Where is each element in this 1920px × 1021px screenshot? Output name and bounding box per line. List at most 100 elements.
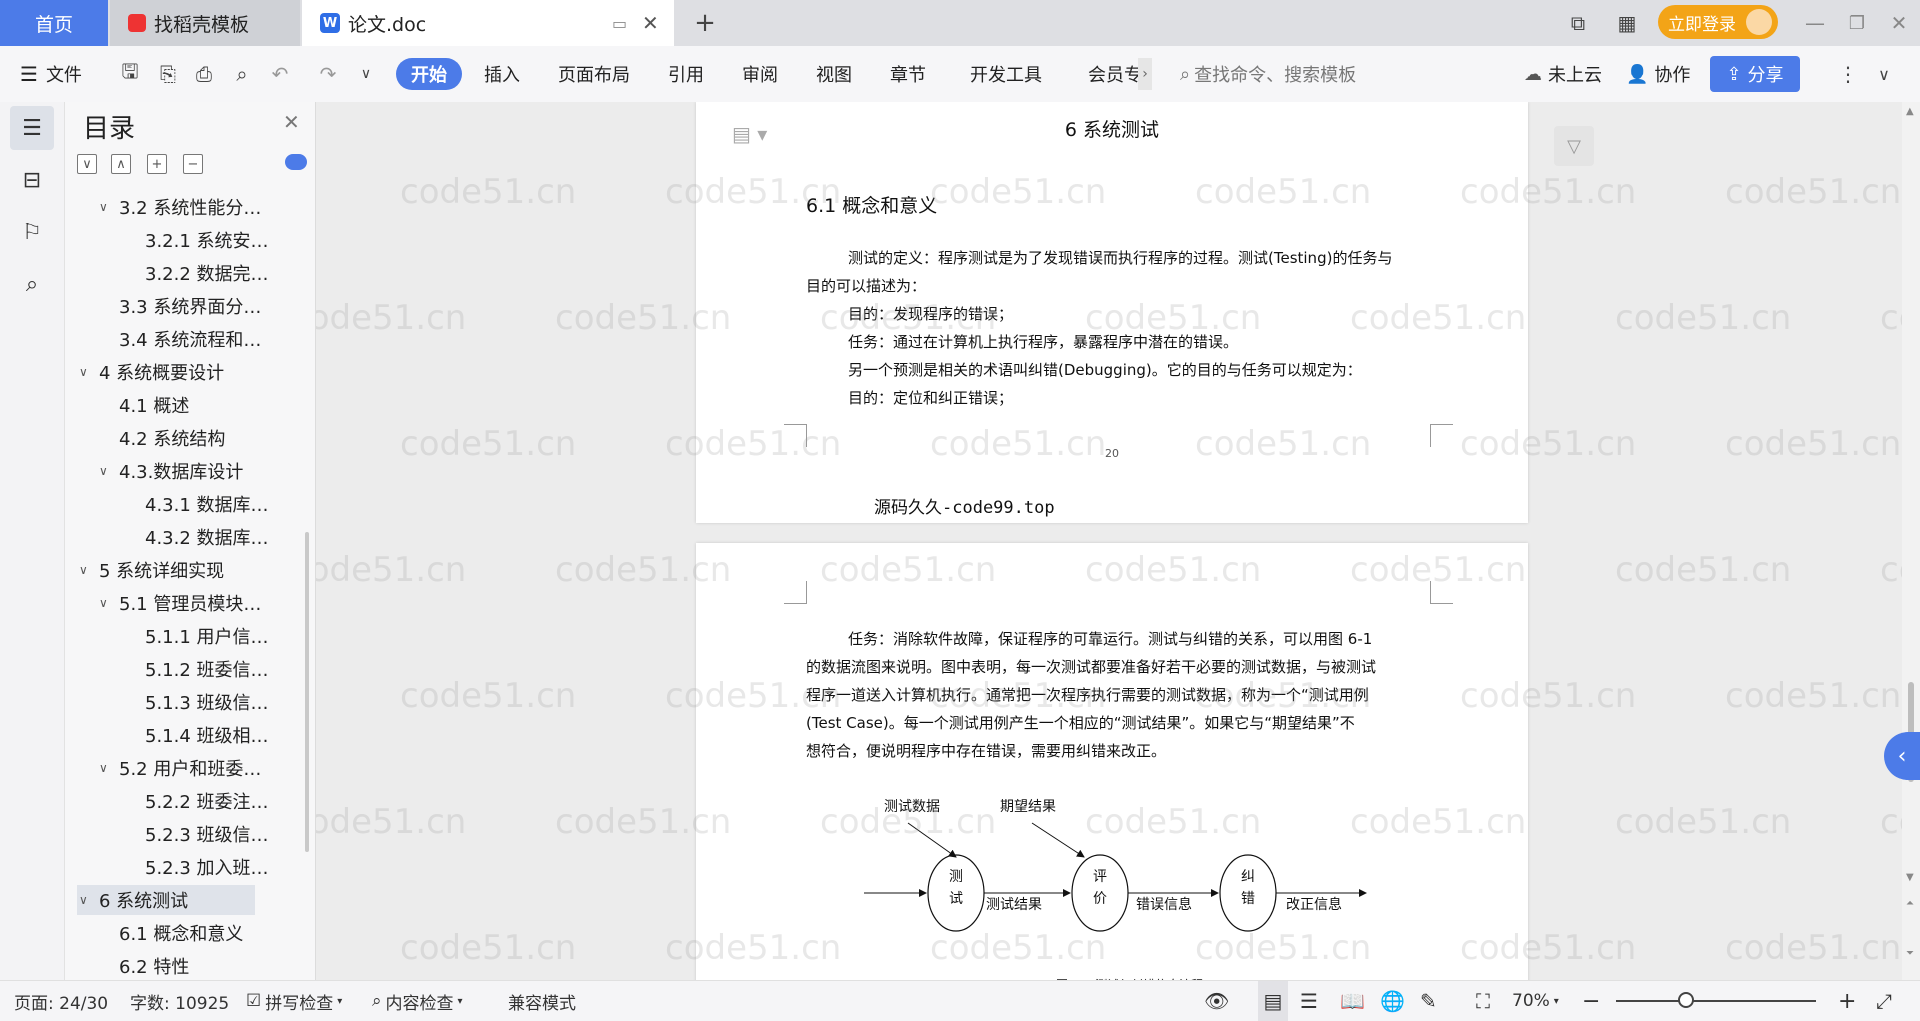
toc-collapse-all-icon[interactable]: ∧ [111, 154, 131, 174]
tab-review[interactable]: 审阅 [742, 58, 778, 90]
toc-item[interactable]: 5.2.3 加入班… [65, 852, 315, 882]
toc-item[interactable]: ∨ 5 系统详细实现 [65, 555, 315, 585]
prev-page-icon[interactable]: ⏶ [1906, 898, 1914, 909]
chevron-down-icon[interactable]: ∨ [99, 464, 119, 478]
find-icon[interactable]: ⌕ [10, 262, 54, 306]
zoom-level[interactable]: 70% ▾ [1512, 981, 1559, 1021]
write-view-icon[interactable]: ✎ [1420, 981, 1437, 1021]
chevron-down-icon[interactable]: ∨ [99, 200, 119, 214]
toc-item[interactable]: ∨ 3.2 系统性能分… [65, 192, 315, 222]
content-check-button[interactable]: ⌕ 内容检查 ▾ [372, 981, 463, 1021]
fullscreen-icon[interactable]: ⤢ [1876, 981, 1892, 1021]
toc-item[interactable]: ∨ 4 系统概要设计 [65, 357, 315, 387]
restore-icon[interactable]: ❐ [1842, 8, 1872, 38]
toc-item[interactable]: 3.3 系统界面分… [65, 291, 315, 321]
save-icon[interactable]: 🖫 [116, 59, 144, 88]
zoom-out-icon[interactable]: − [1582, 981, 1600, 1021]
toc-icon[interactable]: ☰ [10, 106, 54, 150]
tab-home[interactable]: 首页 [0, 0, 108, 46]
scroll-down-icon[interactable]: ▼ [1906, 872, 1914, 883]
print-icon[interactable]: ⎙ [190, 60, 218, 88]
login-button[interactable]: 立即登录 [1658, 5, 1778, 39]
new-tab-button[interactable]: + [690, 8, 720, 38]
command-search[interactable]: ⌕ 查找命令、搜索模板 [1180, 58, 1356, 90]
scroll-up-icon[interactable]: ▲ [1906, 106, 1914, 117]
zoom-slider-thumb[interactable] [1678, 992, 1694, 1008]
toc-remove-icon[interactable]: − [183, 154, 203, 174]
tab-docer-templates[interactable]: 找稻壳模板 [110, 0, 300, 46]
eye-protection-icon[interactable]: 👁 [1204, 981, 1229, 1021]
export-pdf-icon[interactable]: ⎘ [154, 60, 182, 88]
page-view-icon[interactable]: ▤ [1258, 981, 1288, 1021]
chevron-down-icon[interactable]: ∨ [79, 893, 99, 907]
tab-developer[interactable]: 开发工具 [970, 58, 1042, 90]
file-menu[interactable]: ☰ 文件 [20, 58, 82, 90]
zoom-in-icon[interactable]: + [1838, 981, 1856, 1021]
chevron-down-icon[interactable]: ∨ [79, 365, 99, 379]
toc-item[interactable]: 5.1.1 用户信… [65, 621, 315, 651]
spell-check-button[interactable]: ☑ 拼写检查 ▾ [246, 981, 342, 1021]
read-view-icon[interactable]: 📖 [1340, 981, 1365, 1021]
web-view-icon[interactable]: 🌐 [1380, 981, 1405, 1021]
share-button[interactable]: ⇪ 分享 [1710, 56, 1800, 92]
tab-view[interactable]: 视图 [816, 58, 852, 90]
close-window-icon[interactable]: ✕ [1884, 8, 1914, 38]
bookmark-icon[interactable]: ⚐ [10, 210, 54, 254]
next-page-icon[interactable]: ⏷ [1906, 948, 1914, 959]
chevron-down-icon[interactable]: ∨ [99, 596, 119, 610]
toc-item[interactable]: ∨ 5.2 用户和班委… [65, 753, 315, 783]
toc-item[interactable]: 3.2.1 系统安… [65, 225, 315, 255]
toc-item[interactable]: 5.2.2 班委注… [65, 786, 315, 816]
page-count[interactable]: 页面: 24/30 [14, 981, 108, 1021]
toc-item[interactable]: ∨ 4.3.数据库设计 [65, 456, 315, 486]
collaborate-button[interactable]: 👤 协作 [1626, 58, 1690, 90]
redo-icon[interactable]: ↷ [314, 60, 342, 88]
toc-close-icon[interactable]: ✕ [283, 110, 300, 134]
toc-item[interactable]: 5.1.2 班委信… [65, 654, 315, 684]
navigation-icon[interactable]: ⊟ [10, 158, 54, 202]
toc-scrollbar[interactable] [305, 532, 309, 852]
tab-insert[interactable]: 插入 [484, 58, 520, 90]
outline-view-icon[interactable]: ☰ [1300, 981, 1318, 1021]
toc-item[interactable]: 6.2 特性 [65, 951, 315, 980]
quick-access-dropdown-icon[interactable]: ∨ [352, 60, 380, 88]
toc-item[interactable]: 5.2.3 班级信… [65, 819, 315, 849]
zoom-slider[interactable] [1616, 992, 1816, 1008]
tab-screen-icon[interactable]: ▭ [612, 14, 627, 33]
chevron-down-icon[interactable]: ∨ [79, 563, 99, 577]
tab-start[interactable]: 开始 [396, 58, 462, 90]
toc-item[interactable]: ∨ 6 系统测试 [77, 885, 255, 915]
tab-references[interactable]: 引用 [668, 58, 704, 90]
chevron-down-icon[interactable]: ∨ [99, 761, 119, 775]
toc-item[interactable]: 5.1.4 班级相… [65, 720, 315, 750]
more-options-icon[interactable]: ⋮ [1834, 60, 1862, 88]
fit-page-icon[interactable]: ⛶ [1476, 981, 1490, 1021]
vertical-scrollbar[interactable]: ▲ ▼ ⏶ ⏷ [1902, 102, 1920, 980]
ribbon-scroll-right-icon[interactable]: › [1138, 58, 1152, 90]
toc-item[interactable]: 3.2.2 数据完… [65, 258, 315, 288]
tab-document[interactable]: W 论文.doc ▭ ✕ [302, 0, 674, 46]
tab-close-icon[interactable]: ✕ [642, 11, 659, 35]
word-count[interactable]: 字数: 10925 [130, 981, 229, 1021]
cloud-status[interactable]: ☁ 未上云 [1524, 58, 1602, 90]
toc-item[interactable]: ∨ 5.1 管理员模块… [65, 588, 315, 618]
tab-page-layout[interactable]: 页面布局 [558, 58, 630, 90]
apps-grid-icon[interactable]: ▦ [1612, 8, 1642, 38]
tab-member[interactable]: 会员专 [1088, 58, 1142, 90]
toc-item[interactable]: 3.4 系统流程和… [65, 324, 315, 354]
minimize-icon[interactable]: — [1800, 8, 1830, 38]
toc-item[interactable]: 4.3.1 数据库… [65, 489, 315, 519]
ai-assistant-icon[interactable] [285, 154, 307, 170]
toc-add-icon[interactable]: + [147, 154, 167, 174]
undo-icon[interactable]: ↶ [266, 60, 294, 88]
tab-chapter[interactable]: 章节 [890, 58, 926, 90]
toc-item[interactable]: 5.1.3 班级信… [65, 687, 315, 717]
toc-item[interactable]: 4.3.2 数据库… [65, 522, 315, 552]
toc-item[interactable]: 6.1 概念和意义 [65, 918, 315, 948]
toc-item[interactable]: 4.1 概述 [65, 390, 315, 420]
collapse-ribbon-icon[interactable]: ∨ [1870, 60, 1898, 88]
print-preview-icon[interactable]: ⌕ [228, 60, 256, 88]
toc-expand-all-icon[interactable]: ∨ [77, 154, 97, 174]
reading-layout-icon[interactable]: ⧉ [1560, 8, 1596, 38]
toc-item[interactable]: 4.2 系统结构 [65, 423, 315, 453]
